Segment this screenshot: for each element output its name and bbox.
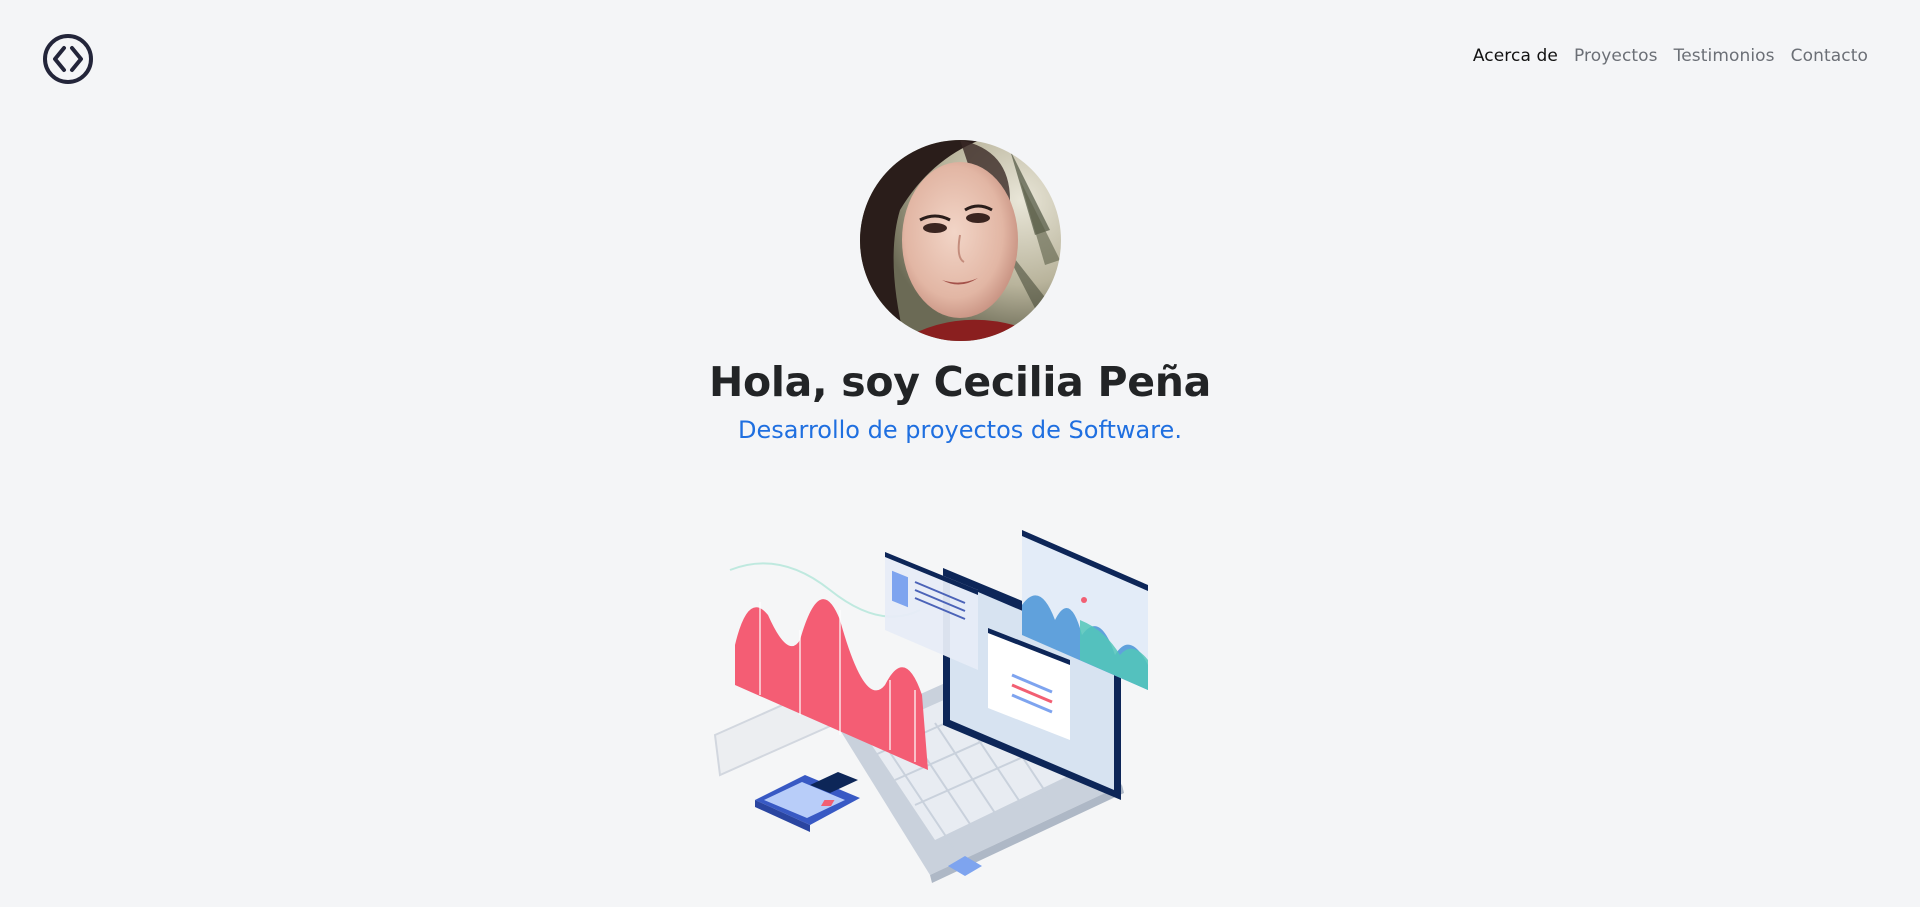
code-brackets-icon[interactable] [42, 33, 94, 85]
nav-link-about[interactable]: Acerca de [1473, 46, 1558, 66]
page-title: Hola, soy Cecilia Peña [708, 358, 1212, 406]
nav-link-projects[interactable]: Proyectos [1574, 46, 1658, 66]
main-nav: Acerca de Proyectos Testimonios Contacto [1473, 46, 1868, 66]
page: Acerca de Proyectos Testimonios Contacto [0, 0, 1920, 907]
page-subtitle: Desarrollo de proyectos de Software. [738, 416, 1182, 444]
avatar [860, 140, 1061, 341]
nav-link-testimonials[interactable]: Testimonios [1674, 46, 1775, 66]
hero-illustration [660, 470, 1260, 907]
nav-link-contact[interactable]: Contacto [1791, 46, 1868, 66]
